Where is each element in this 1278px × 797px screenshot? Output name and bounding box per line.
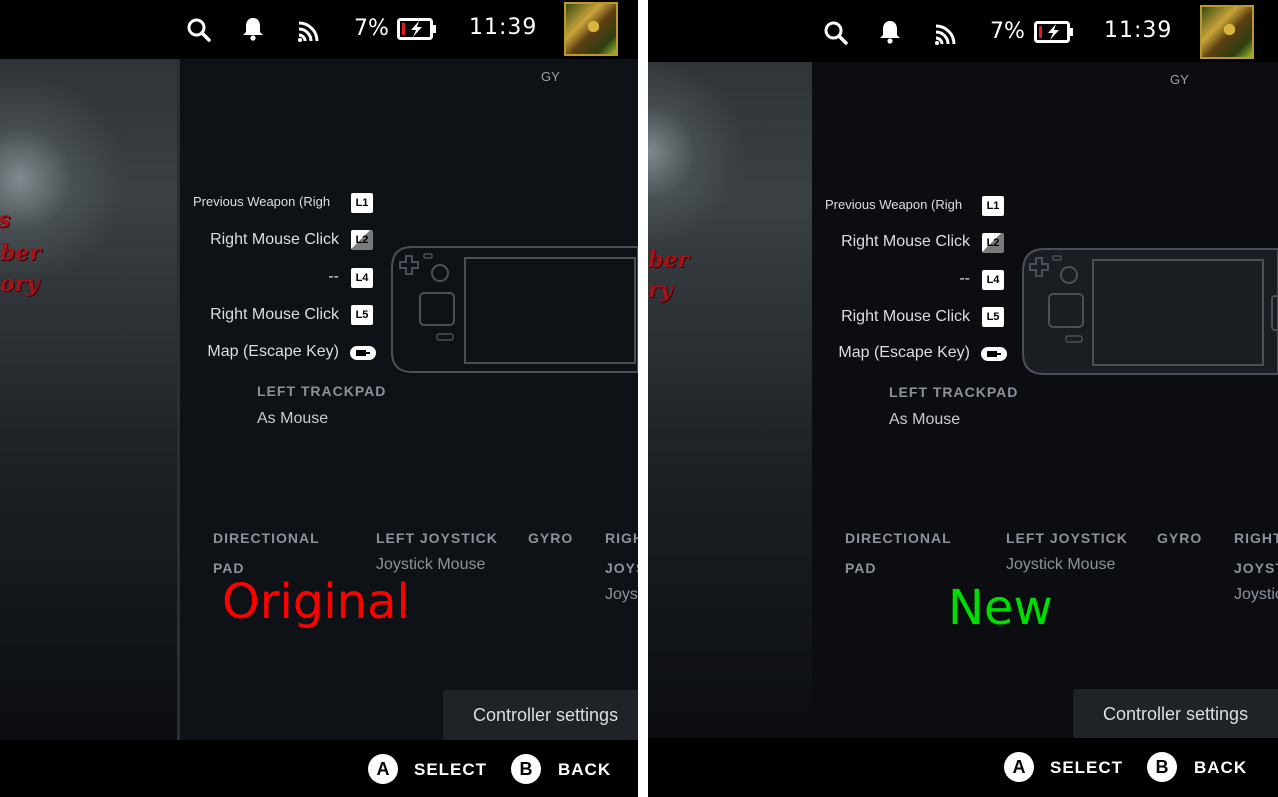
right-joystick-heading-line1[interactable]: RIGH [605, 530, 638, 546]
controller-settings-label: Controller settings [473, 704, 619, 725]
left-joystick-value[interactable]: Joystick Mouse [376, 556, 485, 574]
bottom-hint-bar: A SELECT B BACK [0, 740, 638, 797]
artwork-title-line-1: s [0, 207, 10, 233]
left-joystick-heading[interactable]: LEFT JOYSTICK [376, 530, 498, 546]
gyro-top-label: GY [1170, 72, 1189, 87]
dpad-heading-line2[interactable]: PAD [845, 560, 877, 576]
steam-deck-diagram [1022, 248, 1278, 375]
back-hint-label[interactable]: BACK [558, 760, 611, 780]
bottom-hint-bar: A SELECT B BACK [648, 738, 1278, 797]
select-hint-label[interactable]: SELECT [1050, 758, 1123, 778]
left-trackpad-heading: LEFT TRACKPAD [257, 383, 387, 399]
clock-time: 11:39 [1104, 18, 1173, 43]
artwork-title-line-2: ber [0, 240, 41, 266]
mapping-label-l5[interactable]: Right Mouse Click [810, 308, 970, 326]
mapping-label-l5[interactable]: Right Mouse Click [180, 306, 339, 324]
mapping-label-view[interactable]: Map (Escape Key) [180, 343, 339, 361]
l2-button-icon: L2 [982, 233, 1004, 253]
new-screenshot-panel: ber ry 7% 11:39 GY Previous Weapon (Righ… [648, 0, 1278, 797]
search-icon[interactable] [186, 17, 212, 43]
controller-layout-content [180, 59, 638, 740]
b-button-icon[interactable]: B [511, 754, 541, 784]
left-joystick-value[interactable]: Joystick Mouse [1006, 556, 1115, 574]
l5-button-icon: L5 [982, 307, 1004, 327]
l1-button-icon: L1 [982, 196, 1004, 216]
dpad-heading-line1[interactable]: DIRECTIONAL [845, 530, 952, 546]
view-button-icon [350, 346, 376, 360]
clock-time: 11:39 [469, 15, 538, 40]
mapping-label-l4[interactable]: -- [180, 268, 339, 286]
artwork-title-line-2: ber [648, 247, 689, 273]
right-joystick-value[interactable]: Joystic [1234, 586, 1278, 604]
game-artwork: s ber ory [0, 59, 178, 740]
search-icon[interactable] [823, 20, 849, 46]
controller-settings-button[interactable]: Controller settings [1073, 689, 1278, 739]
gyro-top-label: GY [541, 69, 560, 84]
controller-settings-label: Controller settings [1103, 703, 1249, 724]
right-joystick-heading-line2[interactable]: JOYST [1234, 560, 1278, 576]
a-button-icon[interactable]: A [368, 754, 398, 784]
comparison-divider [638, 0, 648, 797]
wifi-signal-icon[interactable] [934, 22, 958, 46]
steam-deck-diagram [391, 246, 638, 373]
original-screenshot-panel: s ber ory 7% 11:39 GY Prev [0, 0, 638, 797]
left-joystick-heading[interactable]: LEFT JOYSTICK [1006, 530, 1128, 546]
artwork-title-line-3: ory [0, 271, 40, 297]
notification-bell-icon[interactable] [878, 19, 902, 45]
original-watermark: Original [222, 574, 410, 630]
battery-percentage: 7% [990, 19, 1025, 44]
left-trackpad-heading: LEFT TRACKPAD [889, 384, 1019, 400]
artwork-title-line-3: ry [648, 277, 673, 303]
l5-button-icon: L5 [351, 305, 373, 325]
view-button-icon [981, 347, 1007, 361]
l4-button-icon: L4 [982, 270, 1004, 290]
left-trackpad-value[interactable]: As Mouse [889, 411, 960, 429]
status-bar: 7% 11:39 [648, 0, 1278, 62]
user-avatar[interactable] [1200, 5, 1254, 59]
l4-button-icon: L4 [351, 268, 373, 288]
mapping-label-l1[interactable]: Previous Weapon (Righ [193, 194, 339, 209]
mapping-label-l4[interactable]: -- [810, 270, 970, 288]
mapping-label-l1[interactable]: Previous Weapon (Righ [825, 197, 971, 212]
user-avatar[interactable] [564, 2, 618, 56]
battery-charging-icon[interactable] [1034, 21, 1074, 43]
right-joystick-heading-line2[interactable]: JOYS [605, 560, 638, 576]
select-hint-label[interactable]: SELECT [414, 760, 487, 780]
controller-settings-button[interactable]: Controller settings [443, 690, 638, 740]
notification-bell-icon[interactable] [241, 16, 265, 42]
mapping-label-l2[interactable]: Right Mouse Click [180, 231, 339, 249]
gyro-heading[interactable]: GYRO [528, 530, 573, 546]
right-joystick-heading-line1[interactable]: RIGHT [1234, 530, 1278, 546]
b-button-icon[interactable]: B [1147, 752, 1177, 782]
mapping-label-l2[interactable]: Right Mouse Click [810, 233, 970, 251]
battery-charging-icon[interactable] [397, 18, 437, 40]
l1-button-icon: L1 [351, 193, 373, 213]
l2-button-icon: L2 [351, 230, 373, 250]
mapping-label-view[interactable]: Map (Escape Key) [810, 344, 970, 362]
a-button-icon[interactable]: A [1004, 752, 1034, 782]
new-watermark: New [948, 580, 1053, 636]
battery-percentage: 7% [354, 16, 389, 41]
status-bar: 7% 11:39 [0, 0, 638, 59]
back-hint-label[interactable]: BACK [1194, 758, 1247, 778]
wifi-signal-icon[interactable] [297, 19, 321, 43]
left-trackpad-value[interactable]: As Mouse [257, 410, 328, 428]
game-artwork: ber ry [648, 62, 812, 738]
controller-layout-content [812, 62, 1278, 738]
dpad-heading-line1[interactable]: DIRECTIONAL [213, 530, 320, 546]
gyro-heading[interactable]: GYRO [1157, 530, 1202, 546]
right-joystick-value[interactable]: Joys [605, 586, 638, 604]
